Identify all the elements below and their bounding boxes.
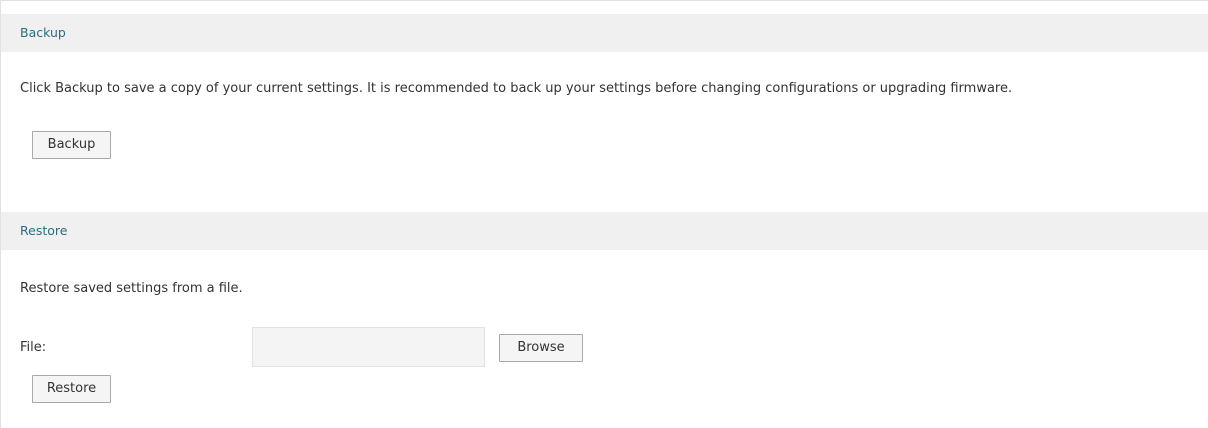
restore-description: Restore saved settings from a file.	[20, 281, 243, 296]
backup-button[interactable]: Backup	[32, 131, 111, 159]
backup-restore-page: Backup Click Backup to save a copy of yo…	[0, 0, 1208, 428]
restore-section-title: Restore	[20, 223, 68, 238]
browse-button[interactable]: Browse	[499, 334, 583, 362]
backup-section-title: Backup	[20, 25, 66, 40]
restore-section-header: Restore	[1, 212, 1208, 250]
file-label: File:	[20, 340, 47, 355]
backup-section-header: Backup	[1, 14, 1208, 52]
restore-button[interactable]: Restore	[32, 375, 111, 403]
backup-description: Click Backup to save a copy of your curr…	[20, 81, 1013, 96]
file-path-field[interactable]	[252, 327, 485, 367]
